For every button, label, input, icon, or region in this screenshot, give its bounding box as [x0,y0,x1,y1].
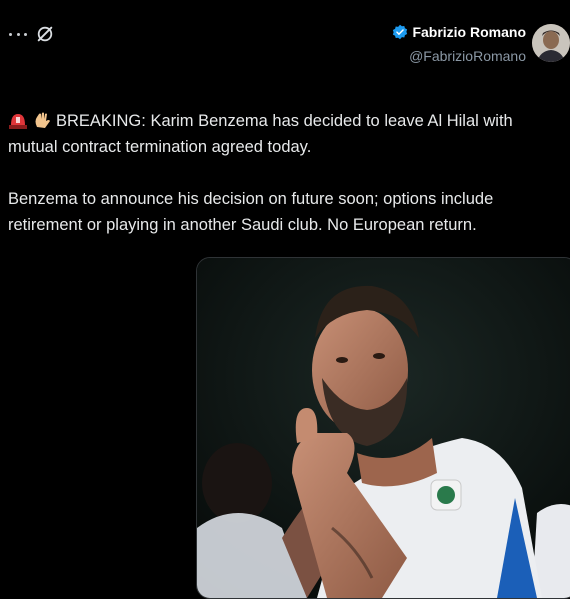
tweet-paragraph-2: Benzema to announce his decision on futu… [8,186,560,238]
grok-icon[interactable] [36,25,54,43]
more-options-icon[interactable] [9,26,27,42]
tweet-media-photo[interactable] [196,257,570,599]
tweet-line-2: Benzema to announce his decision on futu… [8,190,494,234]
tweet-body: BREAKING: Karim Benzema has decided to l… [8,108,560,264]
avatar-image [532,24,570,62]
avatar[interactable] [532,24,570,62]
author-handle[interactable]: @FabrizioRomano [392,48,526,64]
tweet-paragraph-1: BREAKING: Karim Benzema has decided to l… [8,108,560,160]
waving-hand-emoji [35,112,50,128]
verified-badge-icon [393,24,408,40]
author-name[interactable]: Fabrizio Romano [412,24,526,40]
photo-benzema-thumbs-up [197,258,570,598]
tweet-line-1: BREAKING: Karim Benzema has decided to l… [8,112,513,156]
rotating-light-emoji [9,114,27,129]
author-block[interactable]: Fabrizio Romano @FabrizioRomano [392,24,526,64]
tweet-header: Fabrizio Romano @FabrizioRomano [0,0,570,80]
